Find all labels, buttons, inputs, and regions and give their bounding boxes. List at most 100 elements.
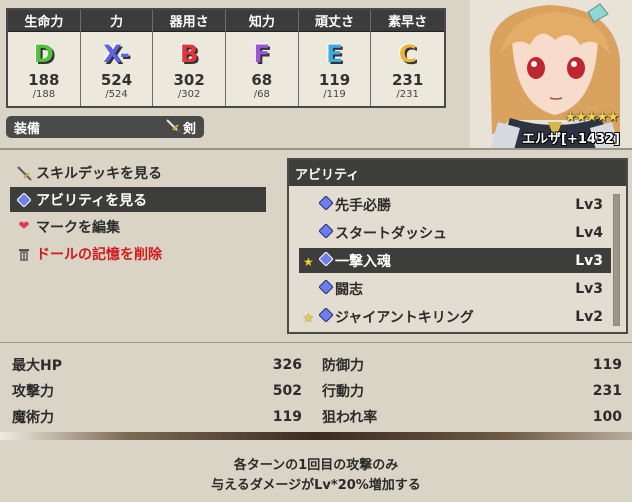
- stat-agility: 素早さ C 231 /231: [371, 10, 444, 106]
- diamond-icon: [318, 222, 334, 242]
- character-portrait[interactable]: ★★★★★ エルザ[+1432]: [470, 0, 632, 150]
- heart-icon: ❤: [18, 219, 30, 234]
- stat-label: 知力: [225, 10, 298, 32]
- menu-view-abilities[interactable]: アビリティを見る: [10, 187, 266, 212]
- stat-grade: F: [253, 40, 271, 68]
- star-icon: ★: [303, 311, 314, 325]
- combat-stat-row: 最大HP 326: [12, 352, 302, 378]
- combat-stat-value: 119: [592, 357, 622, 373]
- ability-level: Lv3: [575, 196, 603, 213]
- ability-description: 各ターンの1回目の攻撃のみ 与えるダメージがLv*20%増加する: [0, 456, 632, 496]
- diamond-icon: [318, 306, 334, 326]
- stat-max: /119: [323, 89, 346, 100]
- ability-name: ジャイアントキリング: [335, 309, 474, 326]
- ability-scrollbar[interactable]: [613, 194, 620, 326]
- diamond-icon: [318, 278, 334, 298]
- equipped-weapon: 剣: [165, 118, 196, 137]
- ability-name-wrap: スタートダッシュ: [318, 222, 447, 243]
- ability-level: Lv3: [575, 252, 603, 269]
- ability-name-wrap: ジャイアントキリング: [318, 306, 474, 327]
- combat-stat-row: 魔術力 119: [12, 404, 302, 430]
- divider: [0, 342, 632, 343]
- stat-value: 524: [100, 71, 133, 89]
- equipment-label: 装備: [14, 121, 41, 137]
- ability-level: Lv4: [575, 224, 603, 241]
- description-line: 各ターンの1回目の攻撃のみ: [233, 458, 399, 473]
- ability-panel: アビリティ 先手必勝 Lv3 スタートダッシュ Lv4 ★ 一撃入魂 Lv3 闘…: [287, 158, 628, 334]
- diamond-icon: [16, 192, 32, 208]
- ability-name: 闘志: [335, 281, 363, 298]
- sword-icon: [165, 118, 181, 136]
- ability-list: 先手必勝 Lv3 スタートダッシュ Lv4 ★ 一撃入魂 Lv3 闘志 Lv3 …: [299, 192, 611, 332]
- combat-stat-row: 防御力 119: [322, 352, 622, 378]
- combat-stat-value: 231: [592, 383, 622, 399]
- stat-grade: X-: [103, 40, 130, 68]
- equipment-bar[interactable]: 装備 剣: [6, 116, 204, 138]
- combat-stat-value: 119: [272, 409, 302, 425]
- stat-vitality: 生命力 D 188 /188: [8, 10, 81, 106]
- combat-stats-right: 防御力 119 行動力 231 狙われ率 100: [322, 352, 622, 430]
- divider: [0, 148, 632, 150]
- combat-stat-label: 最大HP: [12, 358, 62, 374]
- action-menu: スキルデッキを見る アビリティを見る ❤ マークを編集 ドールの記憶を削除: [10, 160, 266, 268]
- sword-icon: [16, 165, 32, 181]
- ability-row[interactable]: 先手必勝 Lv3: [299, 192, 611, 217]
- ability-row[interactable]: ★ 一撃入魂 Lv3: [299, 248, 611, 273]
- stat-label: 器用さ: [153, 10, 225, 32]
- stat-toughness: 頑丈さ E 119 /119: [298, 10, 372, 106]
- combat-stat-value: 502: [272, 383, 302, 399]
- stat-label: 素早さ: [371, 10, 444, 32]
- stat-max: /188: [32, 89, 56, 100]
- menu-label: マークを編集: [36, 219, 120, 236]
- combat-stat-value: 326: [272, 357, 302, 373]
- menu-label: スキルデッキを見る: [36, 165, 162, 182]
- stat-max: /524: [105, 89, 128, 100]
- ability-name-wrap: 一撃入魂: [318, 250, 391, 271]
- description-line: 与えるダメージがLv*20%増加する: [211, 478, 421, 493]
- ability-row[interactable]: ★ ジャイアントキリング Lv2: [299, 304, 611, 329]
- stat-grade: D: [33, 40, 54, 68]
- combat-stat-value: 100: [592, 409, 622, 425]
- combat-stat-row: 狙われ率 100: [322, 404, 622, 430]
- stat-value: 231: [392, 71, 424, 89]
- ability-name-wrap: 先手必勝: [318, 194, 391, 215]
- stats-grid: 生命力 D 188 /188 力 X- 524 /524 器用さ B 302 /…: [6, 8, 446, 108]
- stat-max: /231: [396, 89, 419, 100]
- stat-value: 68: [251, 71, 273, 89]
- ability-name-wrap: 闘志: [318, 278, 363, 299]
- scrollbar-thumb[interactable]: [614, 195, 619, 325]
- ability-name: 一撃入魂: [335, 253, 391, 270]
- stat-value: 119: [318, 71, 351, 89]
- menu-edit-mark[interactable]: ❤ マークを編集: [10, 214, 266, 239]
- character-name: エルザ[+1432]: [522, 132, 620, 147]
- stat-label: 頑丈さ: [298, 10, 371, 32]
- stat-value: 188: [28, 71, 60, 89]
- ability-panel-title: アビリティ: [289, 160, 626, 186]
- diamond-icon: [318, 250, 334, 270]
- menu-view-skill-deck[interactable]: スキルデッキを見る: [10, 160, 266, 185]
- menu-label: ドールの記憶を削除: [36, 246, 162, 263]
- stat-max: /68: [253, 89, 270, 100]
- section-separator: [0, 432, 632, 440]
- ability-level: Lv2: [575, 308, 603, 325]
- stat-grade: C: [398, 40, 417, 68]
- menu-delete-doll-memory[interactable]: ドールの記憶を削除: [10, 241, 266, 266]
- combat-stat-label: 攻撃力: [12, 384, 54, 400]
- ability-level: Lv3: [575, 280, 603, 297]
- stat-max: /302: [177, 89, 201, 100]
- stat-strength: 力 X- 524 /524: [80, 10, 154, 106]
- ability-name: スタートダッシュ: [335, 225, 447, 242]
- stat-label: 力: [80, 10, 153, 32]
- combat-stat-label: 狙われ率: [322, 410, 378, 426]
- stat-grade: E: [326, 40, 343, 68]
- ability-row[interactable]: 闘志 Lv3: [299, 276, 611, 301]
- stat-grade: B: [180, 40, 199, 68]
- ability-row[interactable]: スタートダッシュ Lv4: [299, 220, 611, 245]
- menu-label: アビリティを見る: [36, 192, 148, 209]
- combat-stat-row: 攻撃力 502: [12, 378, 302, 404]
- combat-stats-left: 最大HP 326 攻撃力 502 魔術力 119: [12, 352, 302, 430]
- combat-stats: 最大HP 326 攻撃力 502 魔術力 119 防御力 119 行動力 231…: [12, 352, 622, 430]
- stat-label: 生命力: [8, 10, 80, 32]
- ability-name: 先手必勝: [335, 197, 391, 214]
